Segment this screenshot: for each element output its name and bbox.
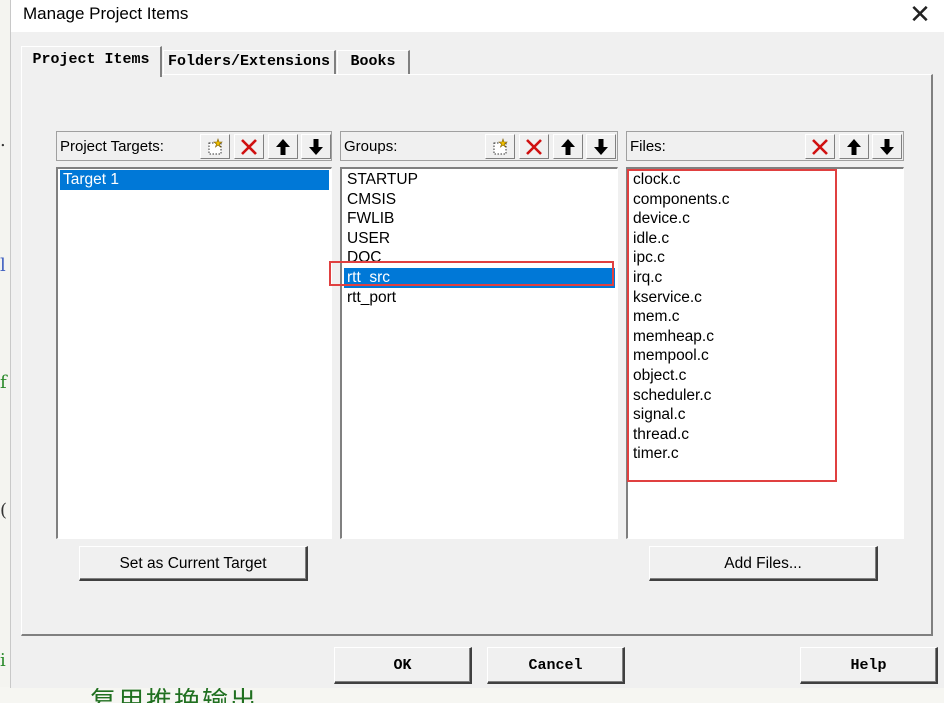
manage-project-items-dialog: Manage Project Items ✕ Project Items Fol… [10, 0, 944, 688]
move-group-down-button[interactable] [586, 134, 616, 159]
new-target-button[interactable] [200, 134, 230, 159]
file-list-item[interactable]: object.c [630, 366, 901, 386]
title-bar: Manage Project Items ✕ [11, 0, 944, 32]
delete-group-button[interactable] [519, 134, 549, 159]
project-targets-header: Project Targets: [56, 131, 332, 161]
file-list-item[interactable]: clock.c [630, 170, 901, 190]
new-item-icon [493, 137, 508, 154]
delete-target-button[interactable] [234, 134, 264, 159]
set-as-current-target-button[interactable]: Set as Current Target [79, 546, 308, 581]
group-list-item[interactable]: rtt_port [344, 288, 615, 308]
groups-label: Groups: [344, 138, 398, 155]
file-list-item[interactable]: components.c [630, 190, 901, 210]
help-button[interactable]: Help [800, 647, 938, 684]
target-list-item[interactable]: Target 1 [60, 170, 329, 190]
background-glyph: l [0, 255, 6, 276]
delete-icon [812, 138, 828, 155]
add-files-button[interactable]: Add Files... [649, 546, 878, 581]
window-title: Manage Project Items [23, 4, 189, 23]
new-item-icon [208, 137, 223, 154]
background-glyph: f [0, 372, 7, 393]
group-list-item[interactable]: rtt_src [344, 268, 615, 288]
background-glyph: . [0, 130, 6, 151]
arrow-up-icon [561, 138, 575, 155]
background-text: 复用推挽输出 [90, 687, 259, 703]
files-list[interactable]: clock.c components.c device.c idle.c ipc.c ir… [626, 167, 904, 539]
close-button[interactable]: ✕ [907, 0, 933, 28]
background-glyph: i [0, 650, 6, 671]
move-file-down-button[interactable] [872, 134, 902, 159]
move-target-up-button[interactable] [268, 134, 298, 159]
file-list-item[interactable]: device.c [630, 209, 901, 229]
group-list-item[interactable]: CMSIS [344, 190, 615, 210]
file-list-item[interactable]: scheduler.c [630, 386, 901, 406]
arrow-down-icon [309, 138, 323, 155]
arrow-down-icon [594, 138, 608, 155]
new-group-button[interactable] [485, 134, 515, 159]
ok-button[interactable]: OK [334, 647, 472, 684]
cancel-button[interactable]: Cancel [487, 647, 625, 684]
file-list-item[interactable]: mem.c [630, 307, 901, 327]
files-header: Files: [626, 131, 904, 161]
file-list-item[interactable]: irq.c [630, 268, 901, 288]
file-list-item[interactable]: memheap.c [630, 327, 901, 347]
delete-icon [241, 138, 257, 155]
file-list-item[interactable]: thread.c [630, 425, 901, 445]
background-glyph: ( [0, 500, 8, 521]
file-list-item[interactable]: ipc.c [630, 248, 901, 268]
group-list-item[interactable]: STARTUP [344, 170, 615, 190]
close-icon: ✕ [909, 0, 931, 29]
file-list-item[interactable]: idle.c [630, 229, 901, 249]
move-file-up-button[interactable] [839, 134, 869, 159]
delete-file-button[interactable] [805, 134, 835, 159]
file-list-item[interactable]: kservice.c [630, 288, 901, 308]
file-list-item[interactable]: mempool.c [630, 346, 901, 366]
arrow-up-icon [276, 138, 290, 155]
file-list-item[interactable]: signal.c [630, 405, 901, 425]
group-list-item[interactable]: USER [344, 229, 615, 249]
project-targets-label: Project Targets: [60, 138, 164, 155]
background-editor-bottom: 复用推挽输出 [0, 687, 944, 703]
arrow-up-icon [847, 138, 861, 155]
background-editor-strip: . l f ( i [0, 0, 10, 703]
tab-books[interactable]: Books [337, 50, 410, 75]
file-list-item[interactable]: timer.c [630, 444, 901, 464]
move-group-up-button[interactable] [553, 134, 583, 159]
groups-list[interactable]: STARTUP CMSIS FWLIB USER DOC rtt_src rtt_port [340, 167, 618, 539]
group-list-item[interactable]: FWLIB [344, 209, 615, 229]
delete-icon [526, 138, 542, 155]
tab-project-items[interactable]: Project Items [21, 46, 162, 77]
groups-header: Groups: [340, 131, 618, 161]
tab-folders-extensions[interactable]: Folders/Extensions [163, 50, 336, 75]
project-targets-list[interactable]: Target 1 [56, 167, 332, 539]
files-label: Files: [630, 138, 666, 155]
group-list-item[interactable]: DOC [344, 248, 615, 268]
arrow-down-icon [880, 138, 894, 155]
move-target-down-button[interactable] [301, 134, 331, 159]
